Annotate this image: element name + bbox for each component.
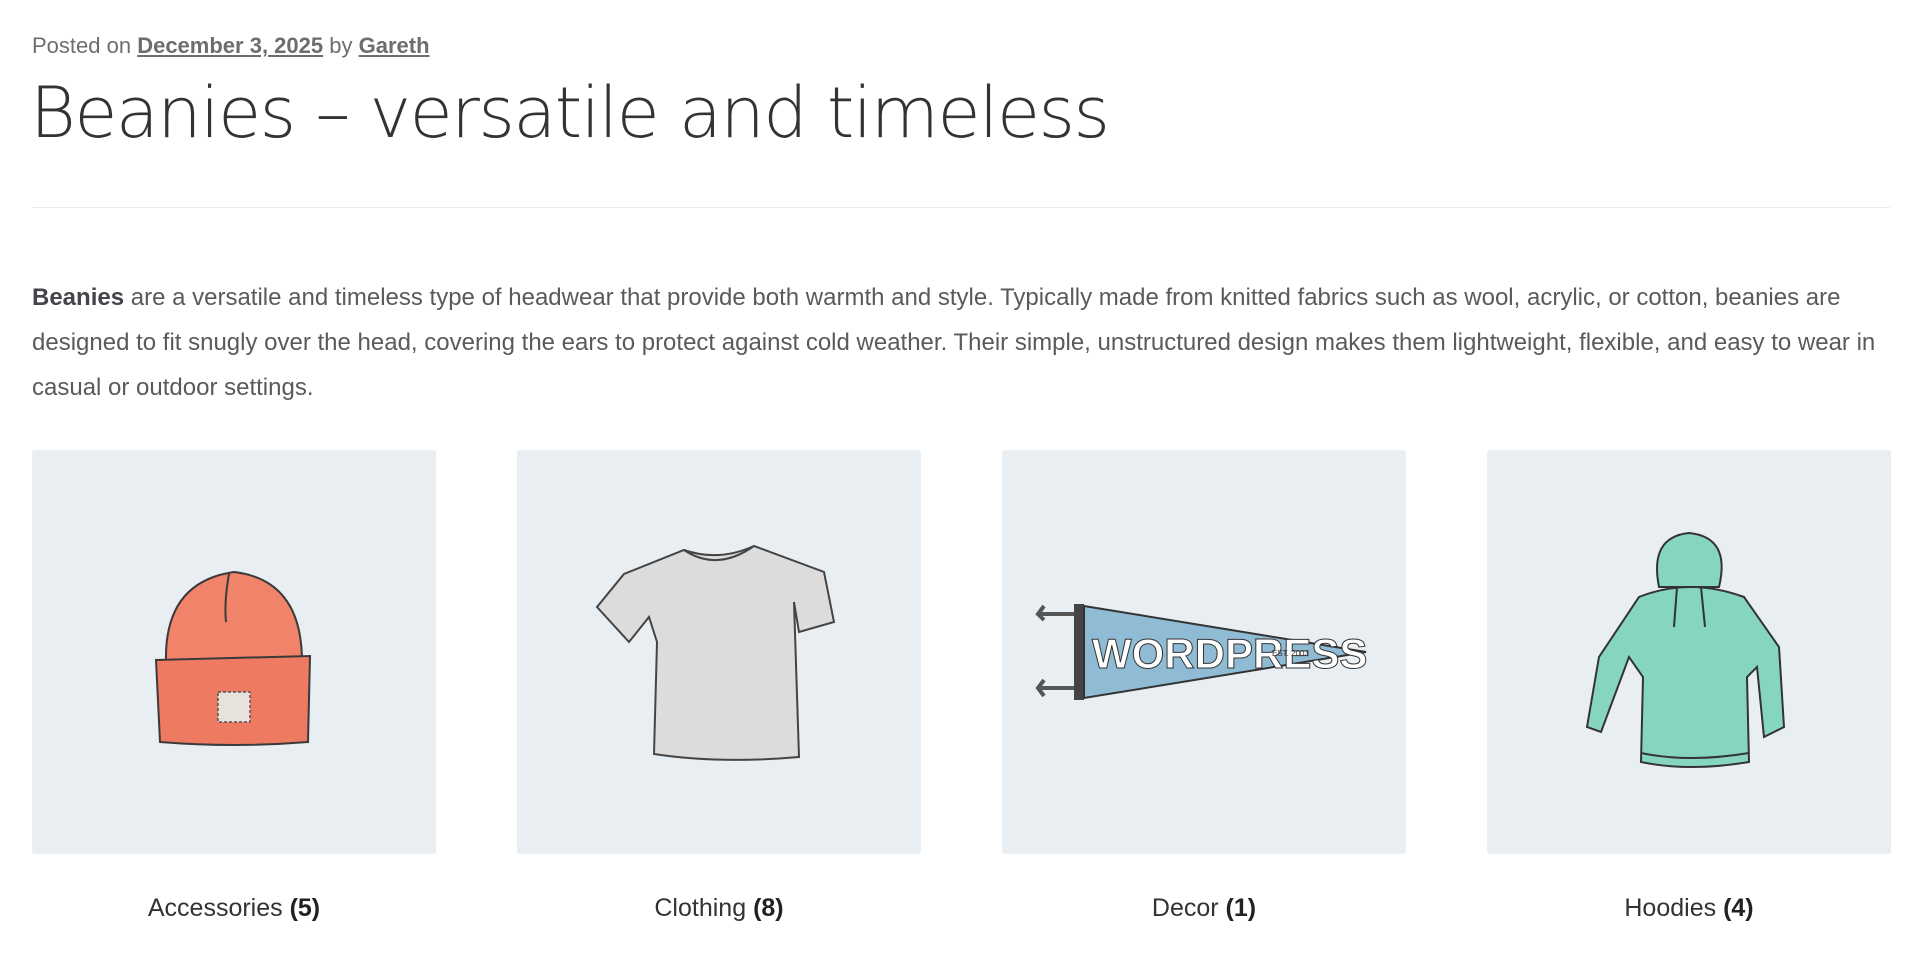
by-label: by: [329, 33, 353, 58]
category-count: (8): [753, 894, 784, 922]
description-text: are a versatile and timeless type of hea…: [32, 284, 1876, 401]
beanie-image: [154, 570, 312, 746]
pennant-small-text: EST. 2003: [1272, 649, 1309, 658]
posted-on-label: Posted on: [32, 33, 132, 58]
post-meta: Posted on December 3, 2025 by Gareth: [32, 33, 430, 59]
category-label[interactable]: Hoodies (4): [1487, 894, 1891, 923]
author-link[interactable]: Gareth: [359, 33, 430, 58]
category-label[interactable]: Clothing (8): [517, 894, 921, 923]
category-description: Beanies are a versatile and timeless typ…: [32, 275, 1902, 410]
category-count: (4): [1723, 894, 1754, 922]
category-name[interactable]: Clothing: [654, 894, 746, 922]
category-count: (5): [289, 894, 321, 922]
page: Posted on December 3, 2025 by Gareth Bea…: [0, 0, 1920, 966]
category-thumbnail[interactable]: [32, 450, 436, 854]
category-card-accessories[interactable]: Accessories (5): [32, 450, 436, 923]
category-thumbnail[interactable]: [517, 450, 921, 854]
category-name[interactable]: Accessories: [148, 894, 283, 922]
category-card-decor[interactable]: WORDPRESS EST. 2003 Decor (1): [1002, 450, 1406, 923]
category-name[interactable]: Decor: [1152, 894, 1219, 922]
category-thumbnail[interactable]: [1487, 450, 1891, 854]
description-bold: Beanies: [32, 284, 125, 311]
category-count: (1): [1225, 894, 1257, 922]
category-card-clothing[interactable]: Clothing (8): [517, 450, 921, 923]
category-grid: Accessories (5) Clothing (8) WORDPRESS E…: [32, 450, 1892, 950]
category-card-hoodies[interactable]: Hoodies (4): [1487, 450, 1891, 923]
post-date-link[interactable]: December 3, 2025: [137, 33, 323, 58]
tshirt-image: [595, 544, 836, 761]
hoodie-image: [1585, 531, 1786, 768]
category-label[interactable]: Accessories (5): [32, 894, 436, 923]
page-title: Beanies – versatile and timeless: [30, 72, 1110, 154]
category-label[interactable]: Decor (1): [1002, 894, 1406, 923]
title-divider: [32, 207, 1890, 208]
category-name[interactable]: Hoodies: [1624, 894, 1716, 922]
category-thumbnail[interactable]: WORDPRESS EST. 2003: [1002, 450, 1406, 854]
pennant-text: WORDPRESS: [1092, 630, 1367, 677]
pennant-image: WORDPRESS EST. 2003: [1035, 604, 1368, 700]
